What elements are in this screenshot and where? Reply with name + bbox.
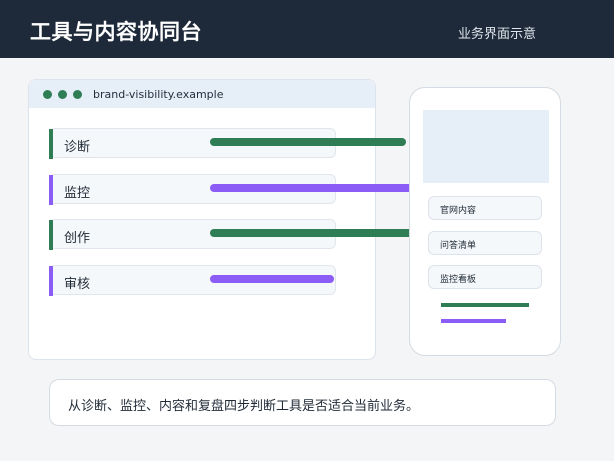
phone-item-label: 监控看板: [440, 275, 477, 285]
phone-mockup: 官网内容 问答清单 监控看板: [409, 87, 561, 356]
phone-progress-bar: [441, 319, 506, 323]
page-subtitle: 业务界面示意: [457, 27, 536, 42]
row-label: 审核: [64, 277, 91, 292]
row-accent: [49, 220, 53, 250]
module-row-create[interactable]: 创作: [49, 219, 474, 250]
phone-item-label: 问答清单: [440, 241, 477, 251]
phone-item-site-content[interactable]: 官网内容: [428, 196, 542, 220]
browser-window: brand-visibility.example 诊断 监控 创作 审核: [28, 79, 474, 360]
row-accent: [49, 129, 53, 159]
window-dot-icon[interactable]: [43, 90, 52, 99]
browser-toolbar: brand-visibility.example: [29, 80, 375, 108]
row-accent: [49, 266, 53, 296]
module-row-review[interactable]: 审核: [49, 265, 336, 296]
address-bar[interactable]: brand-visibility.example: [93, 88, 223, 101]
phone-progress-bar: [441, 303, 529, 307]
summary-text: 从诊断、监控、内容和复盘四步判断工具是否适合当前业务。: [68, 399, 420, 414]
row-label: 诊断: [64, 140, 91, 155]
row-label: 创作: [64, 231, 91, 246]
row-progress-bar: [210, 184, 438, 192]
phone-item-label: 官网内容: [440, 206, 477, 216]
window-dot-icon[interactable]: [73, 90, 82, 99]
window-dot-icon[interactable]: [58, 90, 67, 99]
row-progress-bar: [210, 275, 334, 283]
phone-banner-image: [423, 110, 549, 183]
row-progress-bar: [210, 138, 406, 146]
row-accent: [49, 175, 53, 205]
summary-note: 从诊断、监控、内容和复盘四步判断工具是否适合当前业务。: [49, 379, 556, 426]
module-row-diagnose[interactable]: 诊断: [49, 128, 406, 159]
row-label: 监控: [64, 186, 91, 201]
page-title: 工具与内容协同台: [30, 20, 202, 44]
phone-item-qa-list[interactable]: 问答清单: [428, 231, 542, 255]
header-bar: 工具与内容协同台 业务界面示意: [0, 0, 614, 58]
module-row-monitor[interactable]: 监控: [49, 174, 438, 205]
phone-item-monitor-board[interactable]: 监控看板: [428, 265, 542, 289]
